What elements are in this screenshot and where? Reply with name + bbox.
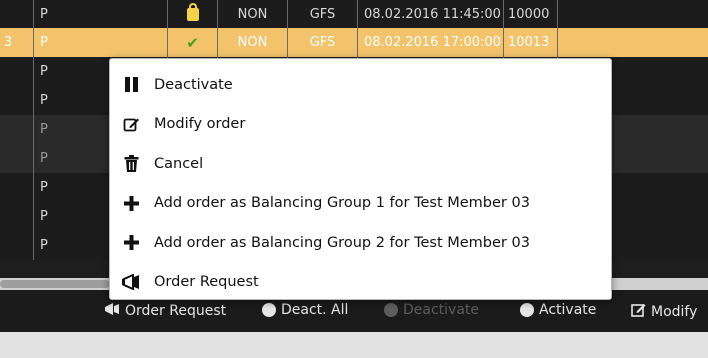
play-circle-icon: [520, 303, 534, 317]
row-index: [0, 86, 34, 115]
trash-icon: [122, 155, 140, 173]
pause-circle-icon: [384, 303, 398, 317]
row-index: [0, 231, 34, 260]
product-cell: P: [34, 28, 168, 57]
context-menu: Deactivate Modify order Cancel Add order…: [109, 58, 612, 300]
time-cell: 08.02.2016 11:45:00: [358, 0, 504, 29]
menu-item-label: Deactivate: [154, 76, 233, 93]
empty-cell: [558, 0, 708, 29]
lock-icon: [186, 3, 199, 21]
order-request-label: Order Request: [125, 303, 227, 319]
menu-item-label: Add order as Balancing Group 2 for Test …: [154, 234, 530, 251]
menu-item-label: Order Request: [154, 274, 259, 291]
check-icon: ✔: [186, 33, 199, 52]
modify-button[interactable]: Modify: [631, 302, 697, 321]
activate-label: Activate: [539, 302, 597, 318]
menu-item-modify-order[interactable]: Modify order: [110, 105, 611, 145]
modify-label: Modify: [651, 303, 698, 320]
pause-circle-icon: [262, 303, 276, 317]
menu-item-label: Modify order: [154, 116, 246, 133]
menu-item-add-balancing-group-2[interactable]: Add order as Balancing Group 2 for Test …: [110, 223, 611, 263]
product-cell: P: [34, 0, 168, 29]
quantity-cell: 10013: [504, 28, 558, 57]
quantity-cell: 10000: [504, 0, 558, 29]
plus-icon: [122, 194, 140, 212]
plus-icon: [122, 234, 140, 252]
row-index: [0, 202, 34, 231]
menu-item-order-request[interactable]: Order Request: [110, 263, 611, 303]
pause-icon: [122, 76, 140, 94]
row-index: [0, 173, 34, 202]
deactivate-label: Deactivate: [403, 302, 480, 318]
row-index: [0, 0, 34, 29]
megaphone-icon: [122, 273, 140, 291]
empty-cell: [558, 28, 708, 57]
status-cell: ✔: [168, 28, 218, 57]
menu-item-label: Add order as Balancing Group 1 for Test …: [154, 195, 530, 212]
order-request-button[interactable]: Order Request: [104, 302, 226, 320]
time-cell: 08.02.2016 17:00:00: [358, 28, 504, 57]
row-index: 3: [0, 28, 34, 57]
status-cell: [168, 0, 218, 29]
edit-icon: [631, 302, 646, 321]
execution-cell: NON: [218, 28, 288, 57]
validity-cell: GFS: [288, 0, 358, 29]
execution-cell: NON: [218, 0, 288, 29]
table-row[interactable]: P NON GFS 08.02.2016 11:45:00 10000: [0, 0, 708, 29]
menu-item-cancel[interactable]: Cancel: [110, 144, 611, 184]
deact-all-label: Deact. All: [281, 302, 349, 318]
scrollbar-thumb[interactable]: [0, 280, 110, 288]
table-row[interactable]: 3 P ✔ NON GFS 08.02.2016 17:00:00 10013: [0, 28, 708, 57]
bottom-panel: [0, 332, 708, 358]
menu-item-add-balancing-group-1[interactable]: Add order as Balancing Group 1 for Test …: [110, 184, 611, 224]
row-index: [0, 57, 34, 86]
deactivate-button[interactable]: Deactivate: [384, 302, 479, 318]
menu-item-deactivate[interactable]: Deactivate: [110, 65, 611, 105]
edit-icon: [122, 115, 140, 133]
megaphone-icon: [104, 302, 120, 320]
activate-button[interactable]: Activate: [520, 302, 596, 318]
validity-cell: GFS: [288, 28, 358, 57]
deact-all-button[interactable]: Deact. All: [262, 302, 348, 318]
row-index: [0, 144, 34, 173]
menu-item-label: Cancel: [154, 155, 204, 172]
row-index: [0, 115, 34, 144]
